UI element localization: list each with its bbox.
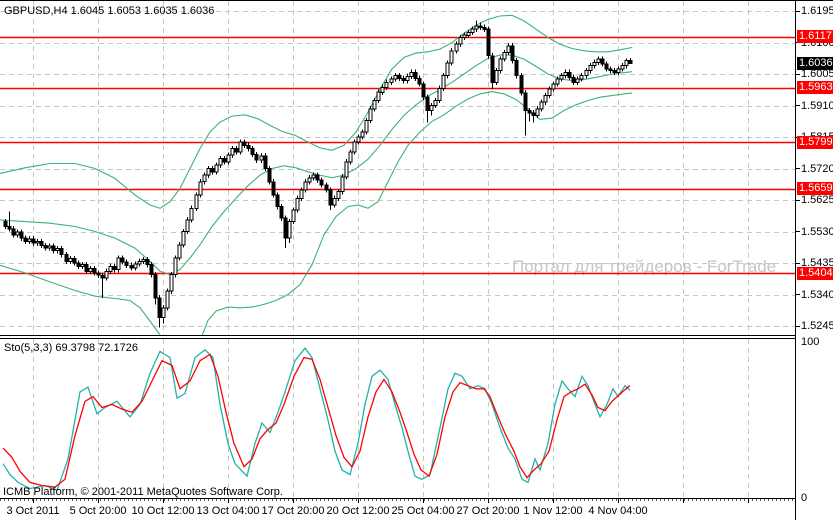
current-price-badge: 1.6036 (797, 57, 833, 71)
time-axis-major-tick (163, 499, 164, 503)
copyright-text: ICMB Platform, © 2001-2011 MetaQuotes So… (3, 486, 283, 498)
price-axis-label: 1.5720 (801, 162, 833, 175)
price-axis-tick (796, 168, 800, 169)
price-axis-tick (796, 231, 800, 232)
time-axis-minor-ticks (0, 499, 795, 501)
level-price-badge: 1.5659 (797, 182, 833, 196)
price-axis-tick (796, 294, 800, 295)
time-axis-label: 13 Oct 04:00 (196, 505, 260, 517)
stochastic-axis-label: 0 (801, 492, 808, 504)
trading-chart-window: Портал для трейдеров - ForTrade GBPUSD,H… (0, 0, 833, 520)
time-axis-major-tick (98, 499, 99, 503)
time-axis-major-tick (293, 499, 294, 503)
level-price-badge: 1.5799 (797, 135, 833, 149)
time-axis-label: 10 Oct 12:00 (131, 505, 195, 517)
bollinger-lower-band (0, 91, 633, 335)
time-axis-label: 27 Oct 20:00 (456, 505, 520, 517)
stochastic-axis-label: 100 (801, 336, 820, 348)
time-axis-label: 4 Nov 04:00 (588, 505, 648, 517)
price-axis-tick (796, 199, 800, 201)
time-axis-label: 5 Oct 20:00 (69, 505, 127, 517)
price-axis-tick (796, 10, 800, 12)
time-axis-major-tick (423, 499, 424, 503)
price-axis-label: 1.5530 (801, 225, 833, 238)
price-axis-tick (796, 105, 800, 106)
time-axis-label: 1 Nov 12:00 (523, 505, 583, 517)
level-price-badge: 1.5963 (797, 81, 833, 95)
time-axis[interactable]: 3 Oct 2011 5 Oct 20:00 10 Oct 12:00 13 Oct … (0, 499, 795, 520)
time-axis-label: 17 Oct 20:00 (261, 505, 325, 517)
price-axis-tick (796, 73, 800, 75)
time-axis-major-tick (228, 499, 229, 503)
level-price-badge: 1.5404 (797, 266, 833, 280)
time-axis-label: 25 Oct 04:00 (391, 505, 455, 517)
price-axis-tick (796, 325, 800, 327)
level-price-badge: 1.6117 (797, 30, 833, 44)
price-axis-label: 1.5625 (801, 194, 833, 206)
price-axis-tick (796, 262, 800, 264)
time-axis-major-tick (33, 499, 34, 503)
price-axis-label: 1.5910 (801, 99, 833, 112)
time-axis-major-tick (553, 499, 554, 503)
price-axis-label: 1.5340 (801, 288, 833, 301)
time-axis-major-tick (358, 499, 359, 503)
time-axis-label: 3 Oct 2011 (6, 505, 60, 517)
main-price-chart[interactable]: Портал для трейдеров - ForTrade (0, 1, 795, 335)
time-axis-label: 20 Oct 12:00 (326, 505, 390, 517)
chart-title-ohlc: GBPUSD,H4 1.6045 1.6053 1.6035 1.6036 (4, 5, 215, 17)
price-axis[interactable]: 1.61951.61001.60051.59101.58151.57201.56… (795, 1, 833, 520)
time-axis-major-tick (683, 499, 684, 503)
time-axis-major-tick (488, 499, 489, 503)
stochastic-label: Sto(5,3,3) 69.3798 72.1726 (4, 342, 138, 354)
price-axis-label: 1.5245 (801, 320, 833, 332)
stochastic-indicator-panel[interactable] (0, 339, 795, 499)
price-axis-label: 1.6195 (801, 5, 833, 17)
time-axis-major-tick (748, 499, 749, 503)
time-axis-major-tick (618, 499, 619, 503)
